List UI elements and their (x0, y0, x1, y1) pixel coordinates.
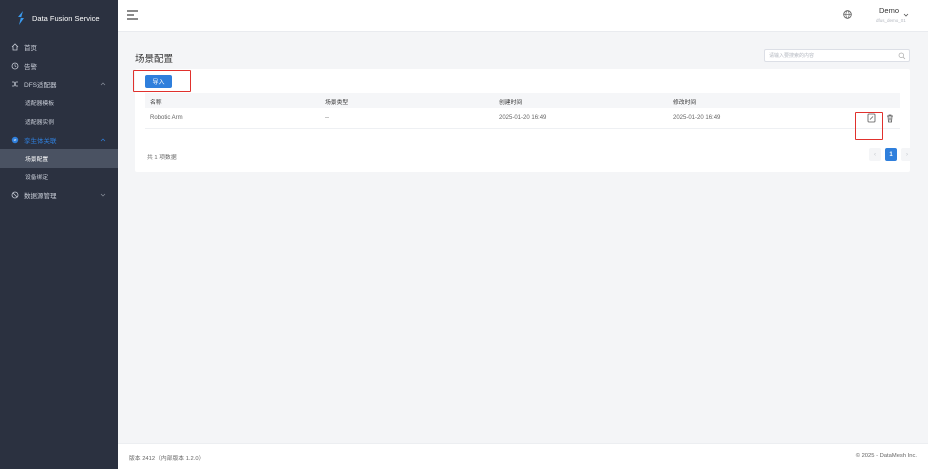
sidebar-item-label: 场景配置 (25, 156, 49, 163)
sidebar-item-datasource[interactable]: 数据源管理 (0, 186, 118, 205)
search-box (764, 49, 910, 62)
sidebar-item-home[interactable]: 首页 (0, 38, 118, 57)
copyright-text: © 2025 - DataMesh Inc. (855, 453, 917, 459)
import-button[interactable]: 导入 (145, 75, 172, 88)
version-text: 版本 2412（内部版本 1.2.0） (129, 456, 205, 462)
delete-icon[interactable] (886, 114, 894, 123)
sidebar-item-alarm[interactable]: 告警 (0, 57, 118, 76)
sidebar-item-twin-association[interactable]: 孪生体关联 (0, 131, 118, 150)
main-content: 场景配置 导入 名称 场景类型 创建时间 修改时间 Robotic Arm --… (118, 32, 928, 443)
sidebar-item-label: DFS适配器 (24, 82, 57, 90)
footer: 版本 2412（内部版本 1.2.0） © 2025 - DataMesh In… (118, 443, 928, 469)
column-header[interactable]: 修改时间 (673, 97, 696, 106)
sidebar: Data Fusion Service 首页 告警 DFS适配器 适配器模板 适… (0, 0, 118, 469)
page-title: 场景配置 (135, 54, 174, 65)
table-row[interactable]: Robotic Arm -- 2025-01-20 16:49 2025-01-… (145, 108, 900, 129)
sidebar-item-scene-config[interactable]: 场景配置 (0, 149, 118, 168)
sidebar-item-label: 告警 (24, 63, 37, 71)
sidebar-item-label: 孪生体关联 (24, 137, 57, 145)
pagination: ‹ 1 › (869, 148, 913, 161)
total-count: 共 1 项数据 (147, 155, 177, 161)
menu-toggle-icon[interactable] (127, 10, 138, 20)
sidebar-item-adapter-template[interactable]: 适配器模板 (0, 94, 118, 113)
column-header[interactable]: 场景类型 (325, 97, 348, 106)
sidebar-item-label: 适配器实例 (25, 119, 54, 126)
sidebar-item-dfs-adapter[interactable]: DFS适配器 (0, 75, 118, 94)
top-bar: Demo dfus_demo_01 (118, 0, 928, 32)
search-input[interactable] (769, 51, 895, 61)
brand[interactable]: Data Fusion Service (0, 0, 118, 36)
link-icon (11, 136, 19, 143)
user-name: Demo (879, 6, 900, 15)
cell-modified-time: 2025-01-20 16:49 (673, 115, 721, 121)
app-title: Data Fusion Service (32, 13, 100, 23)
alarm-icon (11, 62, 19, 70)
app-logo-icon (18, 11, 24, 25)
home-icon (11, 43, 19, 51)
sidebar-item-label: 数据源管理 (24, 193, 57, 201)
language-globe-icon[interactable] (843, 10, 852, 19)
edit-icon[interactable] (867, 113, 876, 123)
column-header[interactable]: 名称 (150, 97, 162, 106)
sidebar-item-label: 首页 (24, 45, 37, 53)
cell-created-time: 2025-01-20 16:49 (499, 115, 547, 121)
chevron-down-icon (903, 13, 909, 17)
shuffle-icon (12, 81, 18, 87)
cell-name: Robotic Arm (150, 115, 183, 121)
sidebar-item-device-binding[interactable]: 设备绑定 (0, 168, 118, 187)
chevron-down-icon (100, 193, 106, 197)
page-button-current[interactable]: 1 (885, 148, 897, 161)
sidebar-item-label: 设备绑定 (25, 175, 49, 182)
database-icon (11, 191, 19, 199)
user-subtitle: dfus_demo_01 (876, 18, 906, 23)
cell-scene-type: -- (325, 115, 329, 121)
chevron-up-icon (100, 82, 106, 86)
sidebar-item-label: 适配器模板 (25, 101, 54, 108)
search-icon[interactable] (898, 52, 906, 60)
sidebar-nav: 首页 告警 DFS适配器 适配器模板 适配器实例 孪生体关联 场景配置 设备绑定 (0, 38, 118, 205)
column-header[interactable]: 创建时间 (499, 97, 522, 106)
scene-table-card: 导入 名称 场景类型 创建时间 修改时间 Robotic Arm -- 2025… (135, 69, 913, 172)
table-header: 名称 场景类型 创建时间 修改时间 (145, 93, 900, 108)
sidebar-item-adapter-instance[interactable]: 适配器实例 (0, 112, 118, 131)
chevron-up-icon (100, 138, 106, 141)
next-page-button[interactable]: › (901, 148, 913, 161)
prev-page-button[interactable]: ‹ (869, 148, 881, 161)
